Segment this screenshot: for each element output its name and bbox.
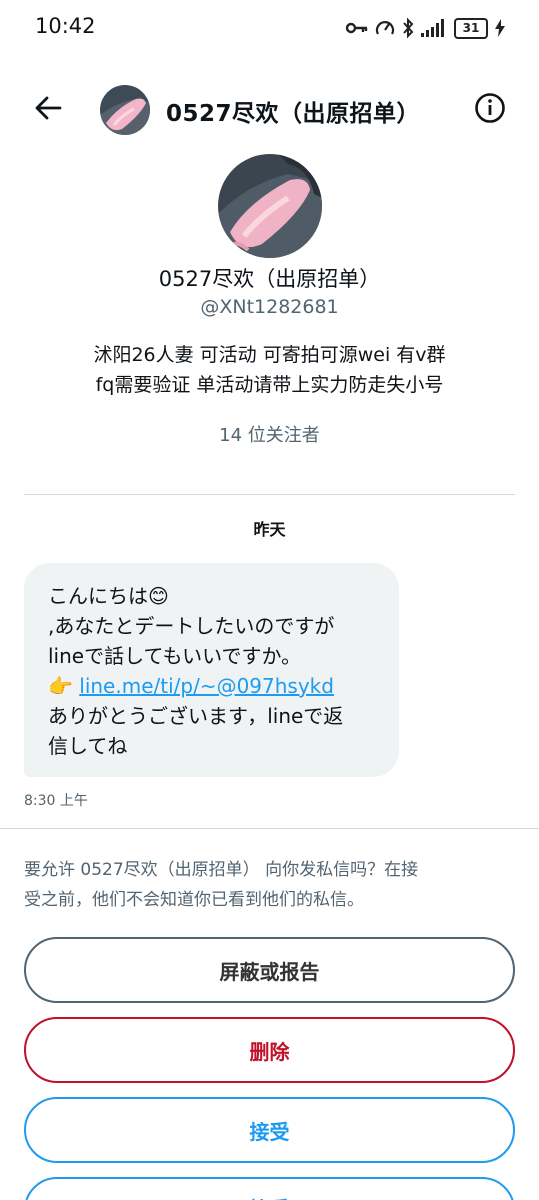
bio-line: fq需要验证 单活动请带上实力防走失小号 (95, 374, 444, 396)
pointing-hand-emoji: 👉 (48, 674, 73, 698)
message-bubble[interactable]: こんにちは😊 ,あなたとデートしたいのですが lineで話してもいいですか。 👉… (24, 563, 399, 777)
battery-indicator: 31 (454, 17, 488, 39)
signal-icon (421, 19, 447, 37)
message-link[interactable]: line.me/ti/p/~@097hsykd (79, 674, 334, 698)
info-button[interactable] (472, 92, 508, 128)
message-line: ,あなたとデートしたいのですが (48, 614, 335, 638)
profile-handle[interactable]: @XNt1282681 (0, 296, 539, 318)
info-icon (474, 92, 506, 128)
back-button[interactable] (28, 90, 68, 130)
message-line: 信してね (48, 734, 128, 758)
accept-button-duplicate[interactable]: 接受 (24, 1177, 515, 1200)
block-or-report-button[interactable]: 屏蔽或报告 (24, 937, 515, 1003)
charging-icon (495, 19, 505, 37)
divider (24, 494, 515, 495)
request-line: 要允许 0527尽欢（出原招单） 向你发私信吗？在接 (24, 860, 419, 880)
status-icons: 31 (346, 16, 505, 40)
delete-button[interactable]: 删除 (24, 1017, 515, 1083)
profile-avatar[interactable] (218, 154, 322, 258)
status-bar: 10:42 31 (0, 0, 539, 56)
message-line: こんにちは😊 (48, 584, 169, 608)
profile-name: 0527尽欢（出原招单） (158, 267, 381, 291)
message-timestamp: 8:30 上午 (24, 793, 88, 809)
divider (0, 828, 539, 829)
arrow-left-icon (34, 96, 62, 124)
message-line: lineで話してもいいですか。 (48, 644, 302, 668)
conversation-header: 0527尽欢（出原招单） (0, 80, 539, 140)
profile-bio: 沭阳26人妻 可活动 可寄拍可源wei 有v群 fq需要验证 单活动请带上实力防… (0, 340, 539, 400)
header-title: 0527尽欢（出原招单） (166, 101, 421, 127)
speedometer-icon (375, 19, 395, 37)
message-line: ありがとうございます，lineで返 (48, 704, 344, 728)
key-icon (346, 21, 368, 35)
status-time: 10:42 (35, 14, 96, 38)
accept-button[interactable]: 接受 (24, 1097, 515, 1163)
request-line: 受之前，他们不会知道你已看到他们的私信。 (24, 890, 364, 910)
message-link-line: 👉 line.me/ti/p/~@097hsykd (48, 671, 379, 701)
dm-request-screen: 10:42 31 0527尽欢（出原招单） 0527尽欢（出原招单） @XNt1… (0, 0, 539, 1200)
bio-line: 沭阳26人妻 可活动 可寄拍可源wei 有v群 (93, 344, 446, 366)
header-avatar[interactable] (100, 85, 150, 135)
followers-count[interactable]: 14 位关注者 (0, 421, 539, 447)
bluetooth-icon (402, 18, 414, 38)
request-prompt: 要允许 0527尽欢（出原招单） 向你发私信吗？在接 受之前，他们不会知道你已看… (24, 855, 514, 915)
date-separator: 昨天 (253, 520, 286, 539)
